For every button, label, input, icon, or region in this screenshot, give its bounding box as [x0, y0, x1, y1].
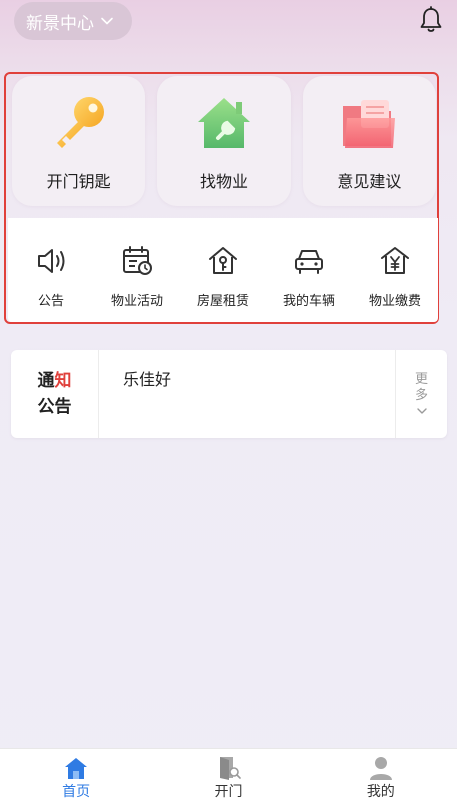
quick-action-my-vehicle[interactable]: 我的车辆: [267, 244, 351, 309]
bell-icon[interactable]: [418, 6, 444, 34]
speaker-icon: [38, 249, 65, 273]
folder-icon: [343, 100, 396, 148]
home-icon: [65, 758, 88, 779]
house-yen-icon: [381, 247, 409, 274]
quick-action-property-events[interactable]: 物业活动: [95, 244, 179, 309]
car-icon: [295, 250, 323, 274]
feature-find-property-label: 找物业: [199, 172, 248, 191]
house-key-icon: [209, 247, 237, 274]
feature-suggestions[interactable]: 意见建议: [302, 76, 436, 206]
tab-mine[interactable]: 我的: [331, 749, 431, 812]
notice-more-label-1: 更: [414, 372, 428, 387]
calendar-clock-icon: [123, 246, 152, 275]
chevron-down-icon: [101, 17, 113, 25]
community-selector[interactable]: 新景中心: [14, 2, 132, 40]
door-icon: [220, 757, 242, 780]
quick-action-property-events-label: 物业活动: [110, 294, 163, 309]
quick-actions: 公告 物业活动 房屋租赁 我的车辆 物业缴费: [8, 218, 438, 322]
main-feature-cards: 开门钥匙 找物业 意见建议: [12, 76, 436, 206]
notice-tag: 通知 公告: [11, 350, 99, 438]
notice-tag-line2: 公告: [37, 397, 72, 417]
notice-more-button[interactable]: 更 多: [395, 350, 447, 438]
tab-door-label: 开门: [214, 784, 243, 800]
feature-door-key-label: 开门钥匙: [46, 172, 111, 191]
notice-more-label-2: 多: [414, 388, 428, 403]
notice-text[interactable]: 乐佳好: [123, 366, 171, 390]
quick-action-house-rental-label: 房屋租赁: [196, 294, 249, 309]
feature-door-key[interactable]: 开门钥匙: [12, 76, 146, 206]
tab-home[interactable]: 首页: [26, 749, 126, 812]
chevron-down-icon: [416, 408, 427, 414]
notice-banner[interactable]: 通知 公告 乐佳好 更 多: [11, 350, 447, 438]
feature-suggestions-label: 意见建议: [337, 172, 402, 191]
house-wrench-icon: [197, 98, 250, 148]
bottom-tab-bar: 首页 开门 我的: [0, 748, 457, 812]
quick-action-announcement[interactable]: 公告: [9, 244, 93, 309]
key-icon: [56, 97, 104, 148]
community-name: 新景中心: [26, 13, 94, 34]
tab-mine-label: 我的: [366, 784, 395, 800]
quick-action-house-rental[interactable]: 房屋租赁: [181, 244, 265, 309]
quick-action-property-payment-label: 物业缴费: [368, 294, 421, 309]
notice-tag-char1: 通: [37, 371, 55, 391]
tab-home-label: 首页: [62, 784, 91, 800]
tab-door[interactable]: 开门: [178, 749, 278, 812]
quick-action-my-vehicle-label: 我的车辆: [282, 294, 335, 309]
feature-find-property[interactable]: 找物业: [157, 76, 291, 206]
quick-action-property-payment[interactable]: 物业缴费: [353, 244, 437, 309]
user-icon: [369, 757, 392, 780]
notice-tag-char2: 知: [54, 371, 72, 391]
quick-action-announcement-label: 公告: [37, 294, 64, 309]
